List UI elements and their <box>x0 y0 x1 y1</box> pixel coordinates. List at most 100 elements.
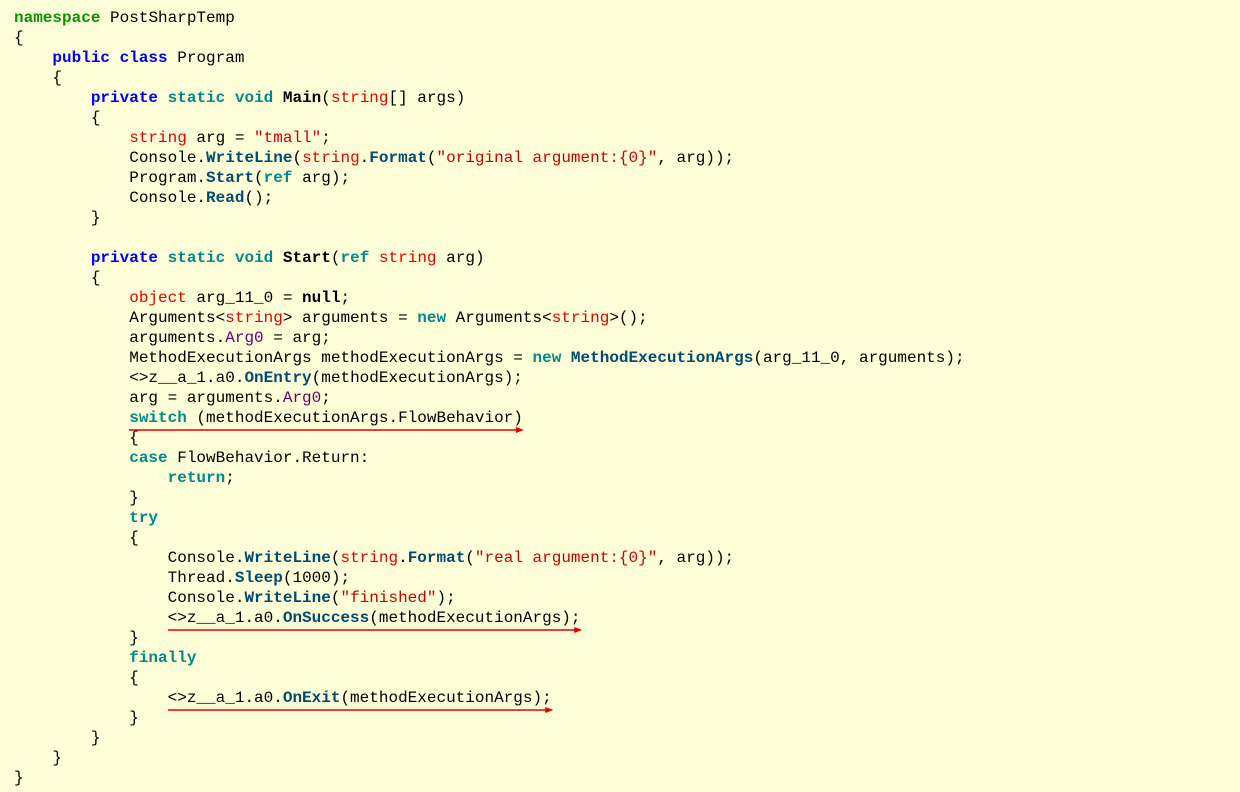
method-start: Start <box>283 249 331 267</box>
var: arg_11_0 = <box>187 289 302 307</box>
txt: MethodExecutionArgs methodExecutionArgs … <box>129 349 532 367</box>
rest: , arg)); <box>657 149 734 167</box>
kw-private: private <box>91 249 158 267</box>
txt: (arg_11_0, arguments); <box>753 349 964 367</box>
txt: <>z__a_1.a0. <box>129 369 244 387</box>
txt: Arguments< <box>446 309 552 327</box>
paren: ( <box>254 169 264 187</box>
paren: ( <box>427 149 437 167</box>
type-mea: MethodExecutionArgs <box>571 349 753 367</box>
kw-string: string <box>340 549 398 567</box>
rest: ); <box>436 589 455 607</box>
semi: ; <box>340 289 350 307</box>
console: Console. <box>168 549 245 567</box>
type-string: string <box>369 249 436 267</box>
console: Console. <box>129 149 206 167</box>
kw-object: object <box>129 289 187 307</box>
txt: (methodExecutionArgs); <box>340 689 551 707</box>
kw-case: case <box>129 449 167 467</box>
program: Program. <box>129 169 206 187</box>
txt: (methodExecutionArgs); <box>369 609 580 627</box>
highlight-onexit: <>z__a_1.a0.OnExit(methodExecutionArgs); <box>168 688 552 708</box>
console: Console. <box>129 189 206 207</box>
format: Format <box>408 549 466 567</box>
kw-switch: switch <box>129 409 187 427</box>
txt: ; <box>321 389 331 407</box>
kw-null: null <box>302 289 340 307</box>
start-call: Start <box>206 169 254 187</box>
txt: > arguments = <box>283 309 417 327</box>
highlight-arg-assign: arg = arguments.Arg0; <box>129 388 331 408</box>
rest: (); <box>244 189 273 207</box>
field-arg0: Arg0 <box>225 329 263 347</box>
sleep: Sleep <box>235 569 283 587</box>
kw-namespace: namespace <box>14 9 100 27</box>
console: Console. <box>168 589 245 607</box>
txt: (methodExecutionArgs); <box>312 369 523 387</box>
arrow-underline-icon <box>129 427 523 433</box>
kw-try: try <box>129 509 158 527</box>
read: Read <box>206 189 244 207</box>
kw-new: new <box>417 309 446 327</box>
kw-return: return <box>168 469 226 487</box>
kw-finally: finally <box>129 649 196 667</box>
txt: FlowBehavior.Return: <box>168 449 370 467</box>
kw-private: private <box>91 89 158 107</box>
method-main: Main <box>283 89 321 107</box>
dot: . <box>398 549 408 567</box>
string-literal: "finished" <box>340 589 436 607</box>
code-block: namespace PostSharpTemp { public class P… <box>0 0 1240 792</box>
string-literal: "real argument:{0}" <box>475 549 657 567</box>
kw-ref: ref <box>264 169 293 187</box>
field-arg0: Arg0 <box>283 389 321 407</box>
kw-public: public <box>52 49 110 67</box>
highlight-onsuccess: <>z__a_1.a0.OnSuccess(methodExecutionArg… <box>168 608 581 628</box>
rest: arg); <box>292 169 350 187</box>
kw-string: string <box>129 129 187 147</box>
class-name: Program <box>177 49 244 67</box>
txt: arguments. <box>129 329 225 347</box>
txt: (methodExecutionArgs.FlowBehavior) <box>187 409 523 427</box>
arrow-underline-icon <box>168 707 552 713</box>
txt: arg = arguments. <box>129 389 283 407</box>
kw-string: string <box>302 149 360 167</box>
type: Arguments< <box>129 309 225 327</box>
onsuccess: OnSuccess <box>283 609 369 627</box>
type-string: string <box>331 89 389 107</box>
paren: ( <box>465 549 475 567</box>
dot: . <box>360 149 370 167</box>
kw-static: static <box>168 249 226 267</box>
txt: (1000); <box>283 569 350 587</box>
highlight-switch: switch (methodExecutionArgs.FlowBehavior… <box>129 408 523 428</box>
paren: ( <box>331 249 341 267</box>
string-literal: "tmall" <box>254 129 321 147</box>
writeline: WriteLine <box>206 149 292 167</box>
onexit: OnExit <box>283 689 341 707</box>
namespace-name: PostSharpTemp <box>110 9 235 27</box>
txt: >(); <box>609 309 647 327</box>
txt: <>z__a_1.a0. <box>168 609 283 627</box>
kw-void: void <box>235 89 273 107</box>
format: Format <box>369 149 427 167</box>
kw-void: void <box>235 249 273 267</box>
arrow-underline-icon <box>168 627 581 633</box>
kw-ref: ref <box>341 249 370 267</box>
thread: Thread. <box>168 569 235 587</box>
kw-static: static <box>168 89 226 107</box>
kw-string: string <box>552 309 610 327</box>
txt: <>z__a_1.a0. <box>168 689 283 707</box>
string-literal: "original argument:{0}" <box>437 149 658 167</box>
sp <box>561 349 571 367</box>
txt: = arg; <box>264 329 331 347</box>
rest: , arg)); <box>657 549 734 567</box>
kw-string: string <box>225 309 283 327</box>
param-arg: arg) <box>437 249 485 267</box>
kw-class: class <box>120 49 168 67</box>
param-args: [] args <box>389 89 456 107</box>
onentry: OnEntry <box>244 369 311 387</box>
semi: ; <box>225 469 235 487</box>
writeline: WriteLine <box>244 549 330 567</box>
writeline: WriteLine <box>244 589 330 607</box>
var-arg: arg = <box>187 129 254 147</box>
kw-new: new <box>532 349 561 367</box>
